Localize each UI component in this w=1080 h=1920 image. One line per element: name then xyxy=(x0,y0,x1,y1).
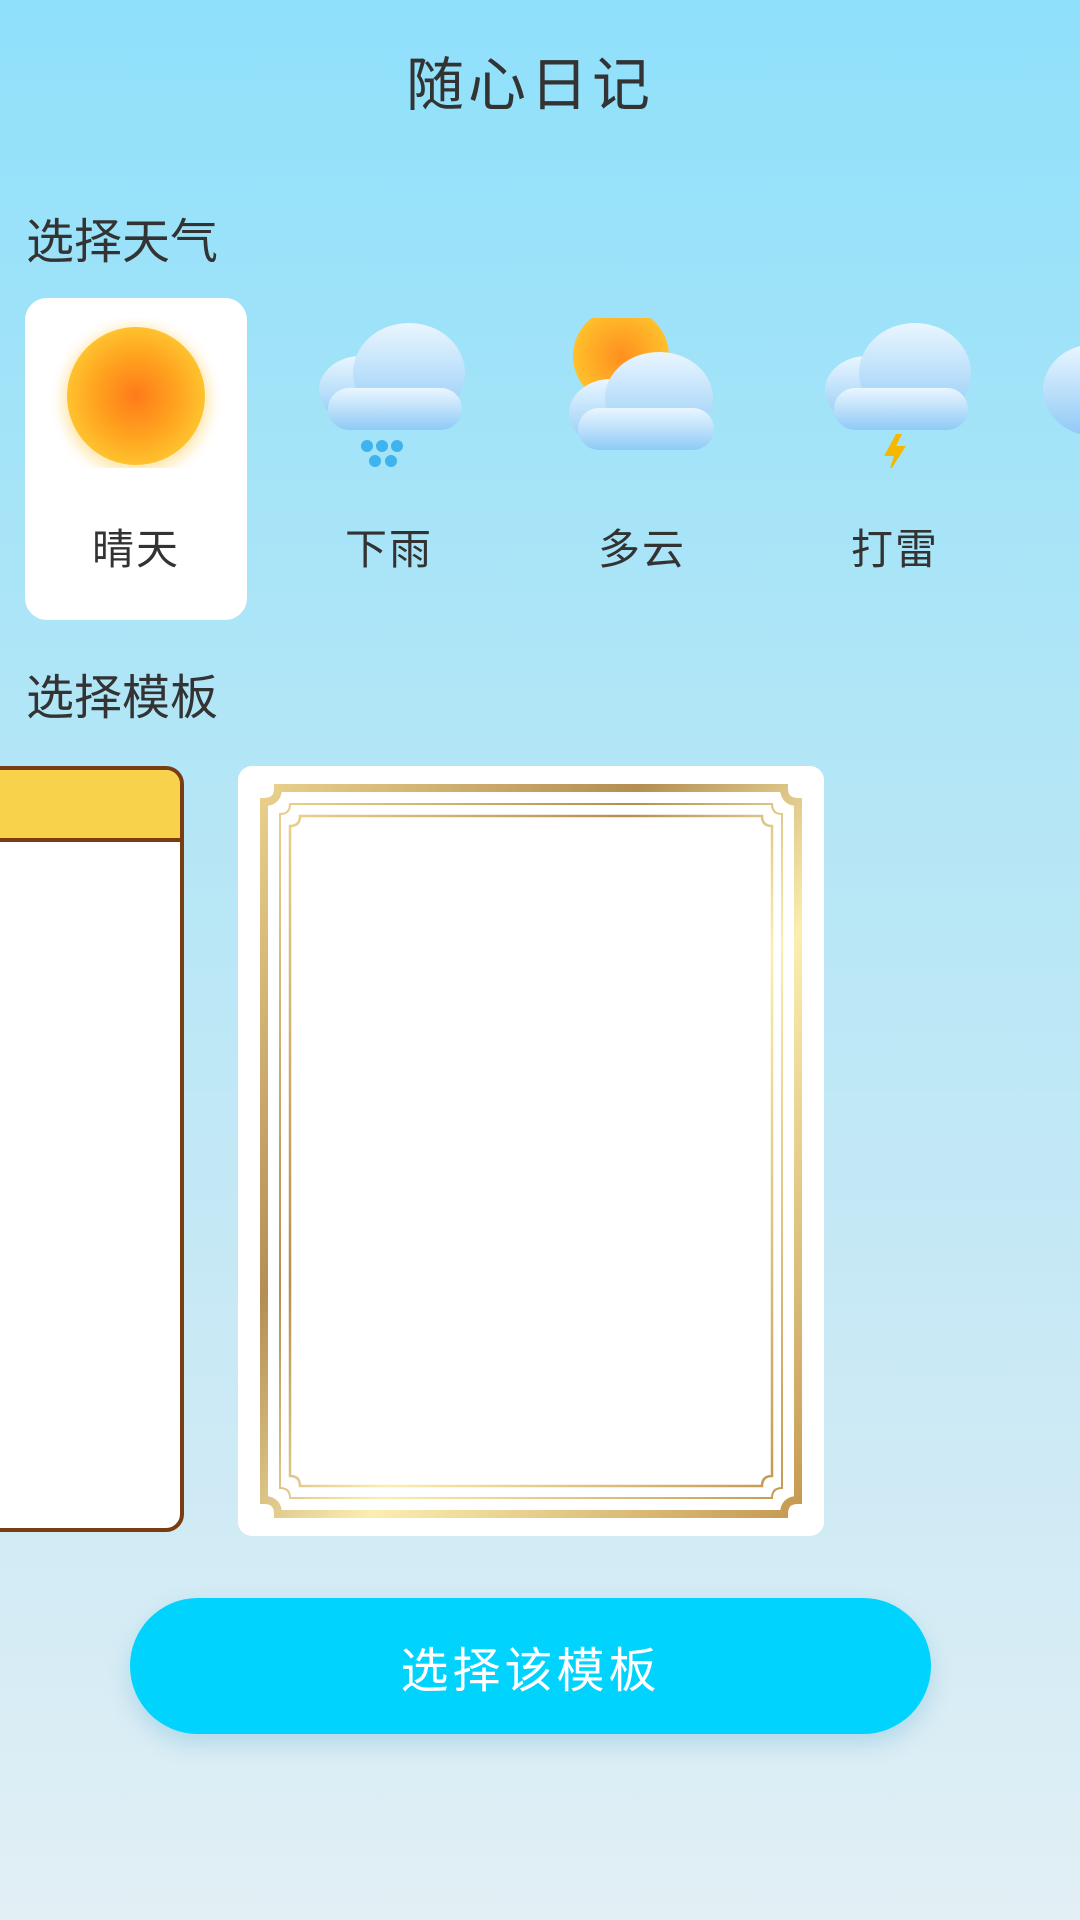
template-preview-yellow xyxy=(0,766,184,1532)
weather-option-sunny[interactable]: 晴天 xyxy=(25,298,247,620)
page-title: 随心日记 xyxy=(405,51,654,119)
sun-icon xyxy=(62,326,210,468)
cloud-icon xyxy=(1043,345,1080,435)
template-section-label: 选择模板 xyxy=(26,670,219,726)
thunder-cloud-icon xyxy=(825,323,971,468)
weather-option-thunder[interactable]: 打雷 xyxy=(784,298,1006,620)
template-card-previous[interactable] xyxy=(0,766,187,1536)
select-template-button[interactable]: 选择该模板 xyxy=(130,1598,931,1734)
weather-label-thunder: 打雷 xyxy=(850,525,939,574)
template-card-selected[interactable] xyxy=(238,766,824,1536)
weather-label-rain: 下雨 xyxy=(344,525,433,574)
weather-option-rain[interactable]: 下雨 xyxy=(278,298,500,620)
weather-selector: 晴天 下雨 多云 打雷 xyxy=(0,298,1080,620)
weather-option-more[interactable] xyxy=(1037,298,1080,620)
weather-section-label: 选择天气 xyxy=(26,214,219,270)
weather-label-sunny: 晴天 xyxy=(91,525,180,574)
weather-label-cloudy: 多云 xyxy=(597,525,686,574)
partly-cloudy-icon xyxy=(569,318,714,450)
rain-cloud-icon xyxy=(319,323,465,467)
weather-option-cloudy[interactable]: 多云 xyxy=(531,298,753,620)
template-header-bar xyxy=(0,770,180,842)
ornate-frame-icon xyxy=(260,784,802,1518)
